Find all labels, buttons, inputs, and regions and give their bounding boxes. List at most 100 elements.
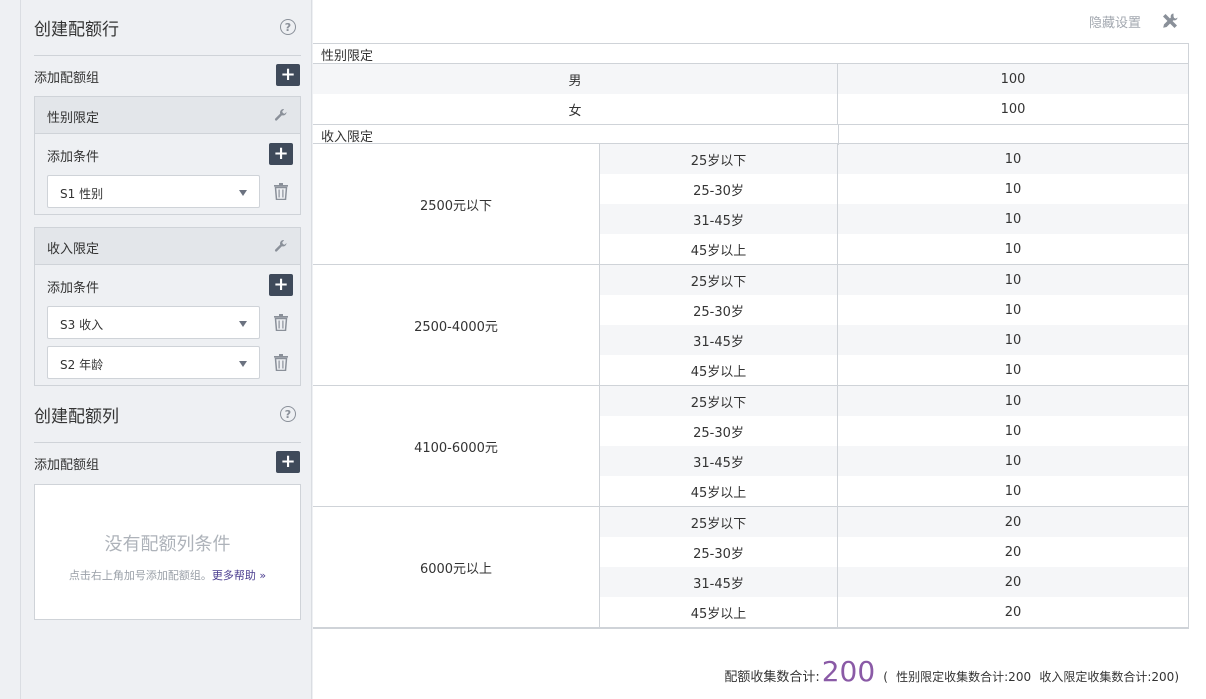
age-label: 31-45岁: [600, 325, 838, 355]
table-row: 45岁以上 10: [600, 234, 1188, 264]
age-label: 31-45岁: [600, 446, 838, 476]
quota-value-cell[interactable]: 20: [838, 567, 1188, 597]
add-condition-button[interactable]: +: [269, 143, 293, 165]
age-label: 25-30岁: [600, 416, 838, 446]
condition-select-value: S1 性别: [60, 187, 104, 201]
summary-label: 配额收集数合计:: [724, 670, 820, 685]
divider: [34, 55, 301, 56]
summary-total: 200: [821, 655, 876, 688]
age-label: 25-30岁: [600, 537, 838, 567]
gender-total: 性别限定收集数合计:200: [896, 670, 1032, 684]
add-condition-button[interactable]: +: [269, 274, 293, 296]
section-header-income: 收入限定: [313, 124, 1188, 145]
quota-value-cell[interactable]: 10: [838, 265, 1188, 295]
income-group: 2500-4000元 25岁以下 10 25-30岁 10 31-45岁 10 45岁…: [313, 264, 1188, 385]
add-row-group-button[interactable]: +: [276, 64, 300, 86]
quota-group-gender: 性别限定 添加条件 + S1 性别: [34, 96, 301, 215]
divider: [838, 125, 839, 145]
age-label: 45岁以上: [600, 234, 838, 264]
income-group: 4100-6000元 25岁以下 10 25-30岁 10 31-45岁 10 45岁…: [313, 385, 1188, 506]
quota-value-cell[interactable]: 100: [838, 94, 1188, 124]
wrench-icon[interactable]: [274, 108, 288, 122]
table-row: 女 100: [313, 94, 1188, 124]
income-group: 6000元以上 25岁以下 20 25-30岁 20 31-45岁 20 45岁以上 2…: [313, 506, 1188, 627]
empty-hint-text: 点击右上角加号添加配额组。: [68, 569, 212, 582]
help-icon[interactable]: ?: [280, 19, 296, 35]
condition-select[interactable]: S2 年龄: [47, 346, 260, 379]
summary-open-paren: (: [883, 670, 888, 684]
age-label: 45岁以上: [600, 597, 838, 627]
empty-state: 没有配额列条件 点击右上角加号添加配额组。更多帮助 »: [34, 484, 301, 620]
age-label: 25岁以下: [600, 507, 838, 537]
quota-value-cell[interactable]: 10: [838, 355, 1188, 385]
rows-panel-title: 创建配额行: [34, 20, 119, 40]
section-label: 性别限定: [321, 49, 374, 64]
chevron-down-icon: [239, 321, 247, 327]
age-label: 25岁以下: [600, 386, 838, 416]
age-label: 25-30岁: [600, 295, 838, 325]
quota-value-cell[interactable]: 20: [838, 507, 1188, 537]
quota-table-area: 隐藏设置 性别限定 男 100 女 100 收入限定 2500元以下 25岁以下…: [313, 0, 1206, 699]
group-title: 收入限定: [47, 242, 100, 257]
wrench-icon[interactable]: [274, 239, 288, 253]
quota-value-cell[interactable]: 10: [838, 174, 1188, 204]
quota-value-cell[interactable]: 10: [838, 234, 1188, 264]
more-help-link[interactable]: 更多帮助 »: [212, 569, 266, 582]
quota-settings-sidebar: 创建配额行 ? 添加配额组 + 性别限定 添加条件 + S1 性别 收入限定 添…: [20, 0, 312, 699]
income-total: 收入限定收集数合计:200: [1039, 670, 1175, 684]
quota-value-cell[interactable]: 20: [838, 597, 1188, 627]
trash-icon[interactable]: [274, 183, 288, 200]
help-icon[interactable]: ?: [280, 406, 296, 422]
table-row: 45岁以上 20: [600, 597, 1188, 627]
quota-value-cell[interactable]: 20: [838, 537, 1188, 567]
trash-icon[interactable]: [274, 354, 288, 371]
chevron-down-icon: [239, 361, 247, 367]
condition-select-value: S3 收入: [60, 318, 104, 332]
age-label: 45岁以上: [600, 476, 838, 506]
table-row: 25岁以下 10: [600, 265, 1188, 295]
age-label: 31-45岁: [600, 567, 838, 597]
income-group: 2500元以下 25岁以下 10 25-30岁 10 31-45岁 10 45岁以上 1…: [313, 144, 1188, 264]
add-condition-label: 添加条件: [47, 281, 100, 296]
divider: [34, 442, 301, 443]
age-label: 25-30岁: [600, 174, 838, 204]
add-col-group-button[interactable]: +: [276, 451, 300, 473]
table-row: 25-30岁 10: [600, 295, 1188, 325]
table-row: 45岁以上 10: [600, 476, 1188, 506]
table-row: 25岁以下 10: [600, 386, 1188, 416]
table-row: 31-45岁 10: [600, 446, 1188, 476]
quota-value-cell[interactable]: 10: [838, 386, 1188, 416]
income-group-label: 4100-6000元: [313, 386, 600, 506]
quota-value-cell[interactable]: 100: [838, 64, 1188, 94]
chevron-down-icon: [239, 190, 247, 196]
tools-icon[interactable]: [1161, 12, 1179, 30]
age-label: 31-45岁: [600, 204, 838, 234]
quota-value-cell[interactable]: 10: [838, 416, 1188, 446]
trash-icon[interactable]: [274, 314, 288, 331]
row-label: 男: [313, 64, 838, 94]
table-row: 31-45岁 10: [600, 325, 1188, 355]
add-condition-label: 添加条件: [47, 150, 100, 165]
table-row: 男 100: [313, 64, 1188, 94]
table-row: 25-30岁 10: [600, 416, 1188, 446]
quota-value-cell[interactable]: 10: [838, 476, 1188, 506]
quota-value-cell[interactable]: 10: [838, 204, 1188, 234]
add-col-group-label: 添加配额组: [34, 458, 100, 473]
summary-close-paren: ): [1174, 670, 1179, 684]
condition-select[interactable]: S1 性别: [47, 175, 260, 208]
table-row: 31-45岁 10: [600, 204, 1188, 234]
quota-summary: 配额收集数合计: 200 ( 性别限定收集数合计:200 收入限定收集数合计:2…: [724, 655, 1179, 688]
section-header-gender: 性别限定: [313, 44, 1188, 64]
hide-settings-link[interactable]: 隐藏设置: [1089, 12, 1141, 31]
quota-table: 性别限定 男 100 女 100 收入限定 2500元以下 25岁以下 10 25…: [313, 43, 1189, 629]
quota-value-cell[interactable]: 10: [838, 325, 1188, 355]
table-row: 25-30岁 20: [600, 537, 1188, 567]
cols-panel-title: 创建配额列: [34, 407, 119, 427]
condition-select-value: S2 年龄: [60, 358, 104, 372]
quota-value-cell[interactable]: 10: [838, 446, 1188, 476]
quota-group-income: 收入限定 添加条件 + S3 收入 S2 年龄: [34, 227, 301, 386]
condition-select[interactable]: S3 收入: [47, 306, 260, 339]
group-header: 收入限定: [35, 228, 300, 265]
quota-value-cell[interactable]: 10: [838, 144, 1188, 174]
quota-value-cell[interactable]: 10: [838, 295, 1188, 325]
